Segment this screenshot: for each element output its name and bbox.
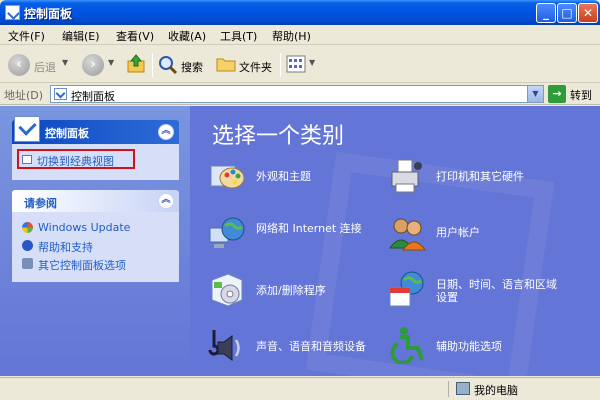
go-arrow-icon[interactable]: → bbox=[548, 85, 566, 103]
category-add-remove-programs[interactable]: 添加/删除程序 bbox=[208, 270, 378, 310]
category-label[interactable]: 用户帐户 bbox=[436, 226, 480, 239]
menu-tools[interactable]: 工具(T) bbox=[220, 28, 257, 44]
collapse-chevron-icon[interactable]: ︽ bbox=[158, 193, 174, 209]
search-button-label[interactable]: 搜索 bbox=[181, 59, 203, 75]
windows-update-icon bbox=[22, 222, 33, 233]
folders-button-label[interactable]: 文件夹 bbox=[239, 59, 272, 75]
category-label[interactable]: 辅助功能选项 bbox=[436, 340, 502, 353]
category-network-internet[interactable]: 网络和 Internet 连接 bbox=[208, 214, 378, 254]
address-dropdown-icon[interactable]: ▼ bbox=[527, 86, 543, 102]
category-label[interactable]: 网络和 Internet 连接 bbox=[256, 222, 376, 235]
software-box-icon bbox=[211, 273, 243, 307]
category-label[interactable]: 日期、时间、语言和区域设置 bbox=[436, 278, 566, 304]
category-label[interactable]: 添加/删除程序 bbox=[256, 284, 326, 297]
folder-up-icon[interactable] bbox=[126, 54, 146, 74]
my-computer-icon bbox=[456, 382, 470, 395]
address-label: 地址(D) bbox=[4, 89, 44, 102]
control-panel-panel: 控制面板 ︽ 切换到经典视图 bbox=[12, 116, 179, 180]
category-view: 选择一个类别 外观和主题 网络和 Internet 连接 添加/删除程序 声音、… bbox=[190, 106, 600, 376]
category-date-time-region[interactable]: 日期、时间、语言和区域设置 bbox=[388, 270, 588, 310]
maximize-button[interactable]: □ bbox=[557, 3, 577, 23]
speaker-music-icon bbox=[208, 330, 240, 361]
close-button[interactable]: ✕ bbox=[578, 3, 598, 23]
control-panel-icon bbox=[14, 116, 40, 142]
category-label[interactable]: 声音、语音和音频设备 bbox=[256, 340, 386, 353]
panel-header[interactable]: 控制面板 ︽ bbox=[12, 116, 179, 144]
control-panel-icon bbox=[5, 5, 20, 20]
forward-dropdown-icon[interactable]: ▼ bbox=[108, 58, 114, 67]
search-icon[interactable] bbox=[158, 55, 178, 75]
views-dropdown-icon[interactable]: ▼ bbox=[309, 58, 315, 67]
printer-icon bbox=[391, 159, 422, 193]
control-panel-icon bbox=[54, 88, 67, 100]
control-panel-options-icon bbox=[22, 258, 33, 269]
task-pane: 控制面板 ︽ 切换到经典视图 请参阅 ︽ Windows Update 帮助和支… bbox=[0, 106, 190, 376]
window-title: 控制面板 bbox=[24, 7, 73, 21]
status-separator bbox=[448, 381, 449, 397]
back-button-label[interactable]: 后退 bbox=[34, 59, 56, 75]
palette-icon bbox=[210, 165, 245, 189]
category-accessibility[interactable]: 辅助功能选项 bbox=[388, 326, 588, 366]
folders-icon[interactable] bbox=[216, 56, 236, 72]
minimize-button[interactable]: _ bbox=[536, 3, 556, 23]
category-user-accounts[interactable]: 用户帐户 bbox=[388, 214, 588, 254]
toolbar-separator bbox=[152, 53, 153, 77]
toolbar: ‹ 后退 ▼ › ▼ 搜索 文件夹 ▼ bbox=[0, 45, 600, 83]
category-label[interactable]: 外观和主题 bbox=[256, 170, 311, 183]
toolbar-separator bbox=[280, 53, 281, 77]
back-arrow-icon[interactable]: ‹ bbox=[8, 54, 30, 76]
menu-bar: 文件(F) 编辑(E) 查看(V) 收藏(A) 工具(T) 帮助(H) bbox=[0, 25, 600, 68]
category-printers-hardware[interactable]: 打印机和其它硬件 bbox=[388, 158, 588, 198]
menu-edit[interactable]: 编辑(E) bbox=[62, 28, 100, 44]
panel-title: 控制面板 bbox=[45, 127, 89, 140]
category-label[interactable]: 打印机和其它硬件 bbox=[436, 170, 524, 183]
switch-classic-view-label[interactable]: 切换到经典视图 bbox=[37, 153, 114, 169]
see-also-body: Windows Update 帮助和支持 其它控制面板选项 bbox=[12, 212, 179, 282]
go-button-label[interactable]: 转到 bbox=[570, 87, 592, 103]
menu-favorites[interactable]: 收藏(A) bbox=[168, 28, 206, 44]
users-icon bbox=[389, 218, 426, 251]
see-also-label[interactable]: Windows Update bbox=[38, 221, 130, 234]
collapse-chevron-icon[interactable]: ︽ bbox=[158, 124, 174, 140]
network-globe-icon bbox=[209, 217, 245, 248]
status-bar: 我的电脑 bbox=[0, 377, 600, 400]
menu-file[interactable]: 文件(F) bbox=[8, 28, 45, 44]
address-value: 控制面板 bbox=[71, 90, 115, 103]
views-icon[interactable] bbox=[286, 55, 306, 73]
category-sound-audio[interactable]: 声音、语音和音频设备 bbox=[208, 326, 378, 366]
see-also-title: 请参阅 bbox=[24, 197, 57, 210]
menu-help[interactable]: 帮助(H) bbox=[272, 28, 311, 44]
back-dropdown-icon[interactable]: ▼ bbox=[62, 58, 68, 67]
see-also-label[interactable]: 帮助和支持 bbox=[38, 239, 93, 255]
panel-body: 切换到经典视图 bbox=[12, 144, 179, 180]
globe-calendar-icon bbox=[389, 271, 424, 307]
accessibility-icon bbox=[390, 327, 424, 364]
forward-arrow-icon[interactable]: › bbox=[82, 54, 104, 76]
switch-view-icon bbox=[22, 155, 32, 164]
see-also-panel: 请参阅 ︽ Windows Update 帮助和支持 其它控制面板选项 bbox=[12, 190, 179, 282]
page-title: 选择一个类别 bbox=[212, 124, 345, 149]
address-input[interactable]: 控制面板 ▼ bbox=[50, 85, 544, 103]
menu-view[interactable]: 查看(V) bbox=[116, 28, 154, 44]
address-bar: 地址(D) 控制面板 ▼ → 转到 bbox=[0, 83, 600, 105]
see-also-header[interactable]: 请参阅 ︽ bbox=[12, 190, 179, 212]
switch-classic-view-link[interactable]: 切换到经典视图 bbox=[17, 149, 135, 169]
category-appearance-themes[interactable]: 外观和主题 bbox=[208, 158, 378, 198]
status-location: 我的电脑 bbox=[474, 384, 518, 397]
help-icon bbox=[22, 240, 33, 251]
see-also-label[interactable]: 其它控制面板选项 bbox=[38, 257, 126, 273]
control-panel-window: 控制面板 _ □ ✕ 文件(F) 编辑(E) 查看(V) 收藏(A) 工具(T)… bbox=[0, 0, 600, 400]
title-bar[interactable]: 控制面板 _ □ ✕ bbox=[0, 0, 600, 25]
